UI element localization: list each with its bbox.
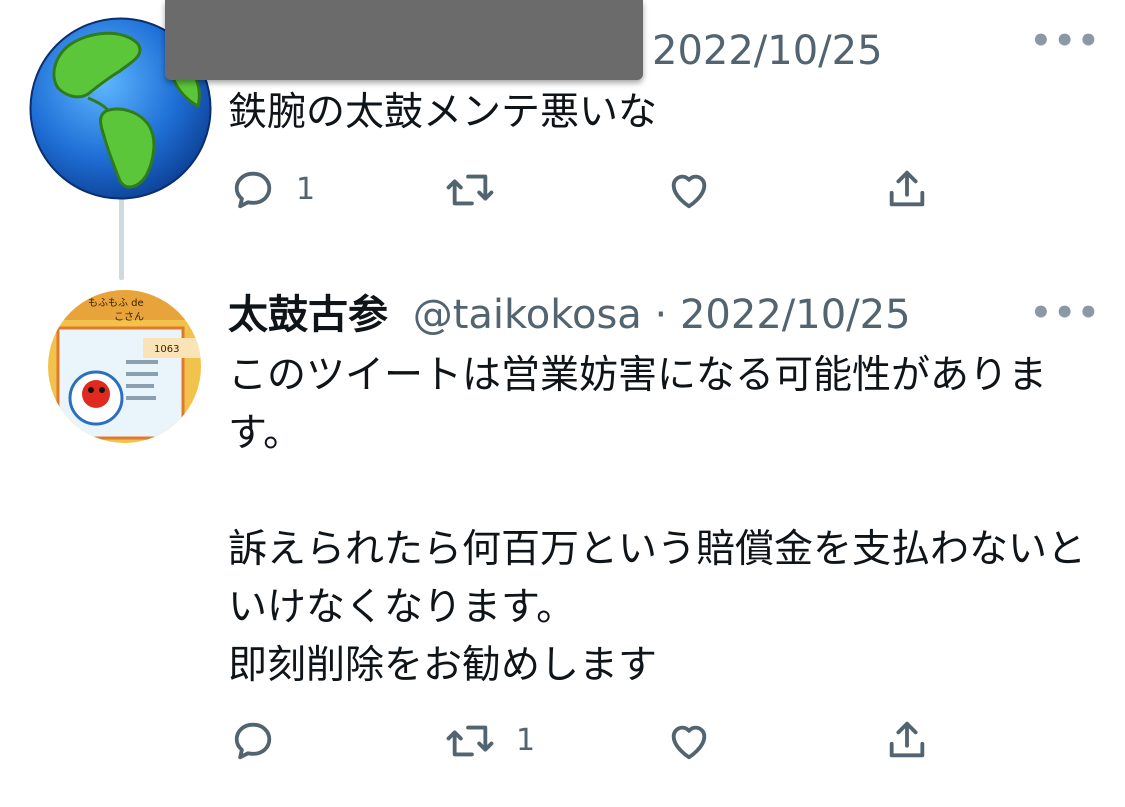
retweet-button[interactable] [444, 167, 516, 213]
share-icon [889, 170, 925, 207]
tweet-text: このツイートは営業妨害になる可能性があります。 訴えられたら何百万という賠償金を… [228, 353, 1087, 688]
card-badge: 1063 [154, 344, 179, 355]
retweet-icon [446, 725, 494, 757]
more-icon[interactable]: ••• [1030, 296, 1101, 330]
tweet-header: 太鼓古参 @taikokosa · 2022/10/25 [228, 290, 911, 340]
like-icon [671, 174, 707, 209]
card-subtitle: こさん [114, 311, 144, 323]
share-button[interactable] [884, 165, 930, 213]
retweet-icon [446, 174, 494, 206]
tweet-text: 鉄腕の太鼓メンテ悪いな [228, 90, 658, 135]
display-name[interactable]: 太鼓古参 [228, 292, 388, 338]
avatar-taiko[interactable]: もふもふ de こさん 1063 [48, 290, 201, 443]
user-handle[interactable]: @taikokosa [413, 292, 642, 338]
card-title: もふもふ de [88, 297, 144, 309]
share-icon [889, 721, 925, 758]
share-button[interactable] [884, 716, 930, 764]
retweet-button[interactable]: 1 [444, 718, 535, 764]
redacted-username [165, 0, 643, 80]
like-button[interactable] [665, 718, 733, 764]
tweet-date[interactable]: 2022/10/25 [652, 26, 883, 76]
taiko-card-image: もふもふ de こさん 1063 [48, 290, 201, 443]
reply-button[interactable] [230, 718, 296, 764]
header-separator: · [641, 292, 680, 338]
more-icon[interactable]: ••• [1030, 24, 1101, 58]
reply-icon [234, 722, 272, 760]
like-button[interactable] [665, 167, 733, 213]
tweet-date[interactable]: 2022/10/25 [680, 292, 911, 338]
like-icon [671, 725, 707, 760]
reply-count: 1 [296, 172, 316, 207]
retweet-count: 1 [516, 723, 536, 758]
reply-button[interactable]: 1 [230, 167, 315, 213]
reply-icon [234, 171, 272, 209]
thread-connector-line [119, 198, 124, 280]
